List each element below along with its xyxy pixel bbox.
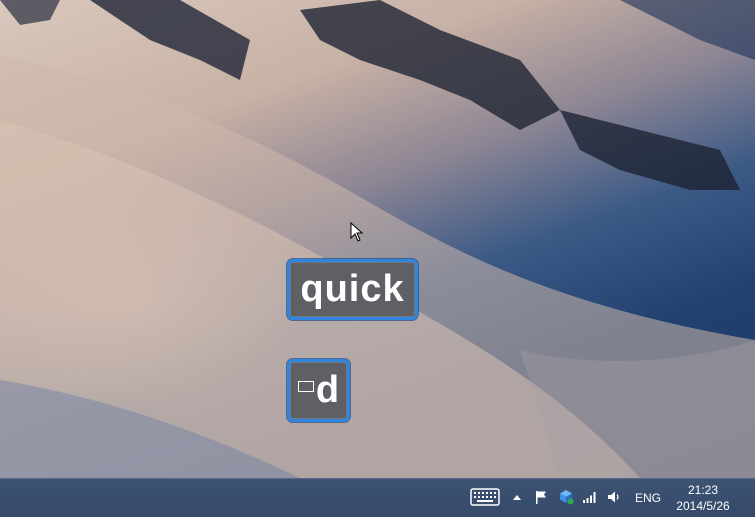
mountain-scene: [0, 0, 755, 478]
signal-strength-icon[interactable]: [581, 488, 599, 506]
typed-word-overlay: quick: [287, 259, 418, 320]
taskbar[interactable]: ENG 21:23 2014/5/26: [0, 478, 755, 517]
flag-icon[interactable]: [532, 488, 550, 506]
volume-icon[interactable]: [605, 488, 623, 506]
keypress-overlay: d: [287, 359, 350, 422]
clock-time: 21:23: [687, 483, 719, 497]
screen-bottom-border: [0, 517, 755, 531]
chevron-up-icon[interactable]: [510, 489, 524, 505]
placeholder-box-icon: [297, 381, 314, 392]
keypress-text: d: [315, 369, 340, 411]
touch-keyboard-icon[interactable]: [469, 486, 501, 508]
network-share-icon[interactable]: [557, 488, 575, 506]
typed-word-text: quick: [300, 268, 405, 310]
desktop-wallpaper[interactable]: quick d: [0, 0, 755, 478]
clock-date: 2014/5/26: [676, 499, 730, 513]
clock[interactable]: 21:23 2014/5/26: [668, 482, 738, 516]
input-language-indicator[interactable]: ENG: [630, 489, 666, 507]
mouse-pointer-icon: [350, 222, 364, 242]
